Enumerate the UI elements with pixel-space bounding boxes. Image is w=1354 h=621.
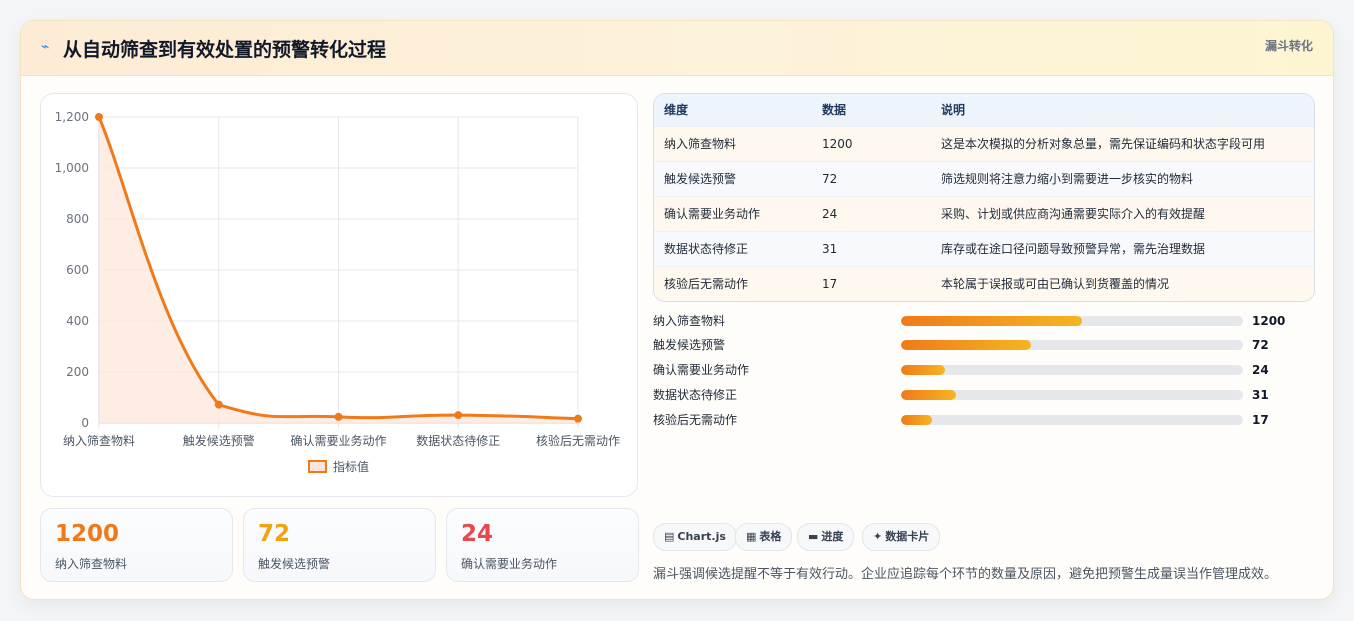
y-tick-label: 200: [66, 365, 89, 379]
progress-label: 数据状态待修正: [653, 388, 738, 402]
table-cell: 触发候选预警: [664, 172, 737, 186]
kpi-value: 72: [258, 521, 291, 547]
table-header-row: 维度 数据 说明: [654, 94, 1314, 126]
line-chart-svg: 0 200 400 600 800 1,000 1,200 纳入筛查物料 触发候选预警 确认需要业…: [55, 110, 620, 474]
table-cell: 核验后无需动作: [664, 277, 749, 291]
table-cell: 采购、计划或供应商沟通需要实际介入的有效提醒: [941, 207, 1206, 221]
table-cell: 1200: [822, 137, 853, 151]
table-cell: 17: [822, 277, 838, 291]
progress-label: 核验后无需动作: [653, 413, 738, 427]
progress-label: 纳入筛查物料: [653, 314, 726, 328]
chip-chartjs[interactable]: ▤ Chart.js: [653, 523, 737, 551]
progress-track: [901, 390, 1243, 400]
progress-row: 数据状态待修正 31: [653, 386, 1313, 404]
y-tick-label: 600: [66, 263, 89, 277]
progress-track: [901, 415, 1243, 425]
progress-fill: [901, 415, 932, 425]
table-cell: 31: [822, 242, 838, 256]
kpi-label: 纳入筛查物料: [55, 557, 128, 571]
x-tick-label: 纳入筛查物料: [63, 433, 135, 448]
progress-value: 17: [1252, 413, 1269, 427]
chip-label: 进度: [821, 530, 844, 543]
trend-icon: ⌁: [41, 39, 50, 55]
progress-value: 31: [1252, 388, 1269, 402]
table-cell: 纳入筛查物料: [664, 137, 737, 151]
data-point: [574, 414, 582, 423]
progress-track: [901, 316, 1243, 326]
data-point: [334, 412, 343, 421]
data-point: [214, 400, 223, 409]
kpi-value: 24: [461, 521, 494, 547]
legend-swatch: [308, 460, 327, 473]
x-tick-label: 数据状态待修正: [416, 433, 500, 448]
y-tick-label: 0: [81, 416, 89, 430]
progress-icon: ▬: [808, 530, 819, 543]
y-tick-label: 1,200: [55, 110, 89, 124]
table-cell: 24: [822, 207, 838, 221]
table-cell: 数据状态待修正: [664, 242, 749, 256]
progress-fill: [901, 390, 956, 400]
chip-label: 表格: [759, 530, 782, 543]
table-row: 纳入筛查物料 1200 这是本次模拟的分析对象总量，需先保证编码和状态字段可用: [654, 126, 1314, 162]
legend-label: 指标值: [333, 459, 369, 474]
x-tick-label: 核验后无需动作: [536, 433, 620, 448]
data-point: [454, 411, 463, 420]
x-tick-label: 触发候选预警: [183, 433, 255, 448]
table-header-cell: 数据: [822, 103, 847, 117]
y-tick-label: 1,000: [55, 161, 89, 175]
data-point: [95, 113, 103, 121]
y-tick-label: 400: [66, 314, 89, 328]
progress-fill: [901, 316, 1083, 326]
progress-row: 触发候选预警 72: [653, 336, 1313, 354]
progress-row: 纳入筛查物料 1200: [653, 312, 1313, 330]
category-tag: 漏斗转化: [1264, 39, 1313, 53]
line-chart: 0 200 400 600 800 1,000 1,200 纳入筛查物料 触发候选预警 确认需要业…: [40, 93, 638, 497]
progress-track: [901, 340, 1243, 350]
table-cell: 本轮属于误报或可由已确认到货覆盖的情况: [941, 277, 1170, 291]
table-row: 核验后无需动作 17 本轮属于误报或可由已确认到货覆盖的情况: [654, 266, 1314, 301]
chip-label: 数据卡片: [885, 530, 930, 543]
table-cell: 筛选规则将注意力缩小到需要进一步核实的物料: [941, 172, 1194, 186]
chart-icon: ▤: [664, 530, 675, 543]
kpi-label: 确认需要业务动作: [461, 557, 558, 571]
progress-value: 1200: [1252, 314, 1286, 328]
table-row: 确认需要业务动作 24 采购、计划或供应商沟通需要实际介入的有效提醒: [654, 196, 1314, 232]
chip-label: Chart.js: [677, 530, 726, 543]
table-cell: 72: [822, 172, 838, 186]
table-cell: 确认需要业务动作: [664, 207, 761, 221]
table-cell: 这是本次模拟的分析对象总量，需先保证编码和状态字段可用: [941, 137, 1266, 151]
progress-row: 确认需要业务动作 24: [653, 361, 1313, 379]
kpi-card-alerts: 72 触发候选预警: [243, 508, 436, 582]
progress-value: 72: [1252, 338, 1269, 352]
progress-label: 确认需要业务动作: [653, 363, 750, 377]
kpi-label: 触发候选预警: [258, 557, 331, 571]
progress-fill: [901, 365, 946, 375]
progress-track: [901, 365, 1243, 375]
x-tick-label: 确认需要业务动作: [290, 433, 386, 448]
data-table: 维度 数据 说明 纳入筛查物料 1200 这是本次模拟的分析对象总量，需先保证编…: [653, 93, 1315, 302]
y-tick-label: 800: [66, 212, 89, 226]
chip-table[interactable]: ▦ 表格: [735, 523, 793, 551]
progress-label: 触发候选预警: [653, 338, 726, 352]
chip-data-card[interactable]: ✦ 数据卡片: [862, 523, 941, 551]
progress-fill: [901, 340, 1031, 350]
card-header: ⌁ 从自动筛查到有效处置的预警转化过程 漏斗转化: [21, 21, 1333, 76]
funnel-card: ⌁ 从自动筛查到有效处置的预警转化过程 漏斗转化 0 200 400 600 800 1,…: [20, 20, 1334, 600]
progress-value: 24: [1252, 363, 1269, 377]
table-icon: ▦: [746, 530, 757, 543]
table-row: 数据状态待修正 31 库存或在途口径问题导致预警异常，需先治理数据: [654, 231, 1314, 267]
footnote-text: 漏斗强调候选提醒不等于有效行动。企业应追踪每个环节的数量及原因，避免把预警生成量…: [653, 567, 1278, 582]
progress-row: 核验后无需动作 17: [653, 411, 1313, 429]
kpi-card-actions: 24 确认需要业务动作: [446, 508, 639, 582]
table-header-cell: 维度: [664, 103, 689, 117]
table-header-cell: 说明: [941, 103, 966, 117]
table-row: 触发候选预警 72 筛选规则将注意力缩小到需要进一步核实的物料: [654, 161, 1314, 197]
chip-progress[interactable]: ▬ 进度: [797, 523, 855, 551]
page-title: 从自动筛查到有效处置的预警转化过程: [63, 39, 387, 61]
table-cell: 库存或在途口径问题导致预警异常，需先治理数据: [941, 242, 1206, 256]
kpi-value: 1200: [55, 521, 120, 547]
card-icon: ✦: [873, 530, 883, 543]
kpi-card-screened: 1200 纳入筛查物料: [40, 508, 233, 582]
